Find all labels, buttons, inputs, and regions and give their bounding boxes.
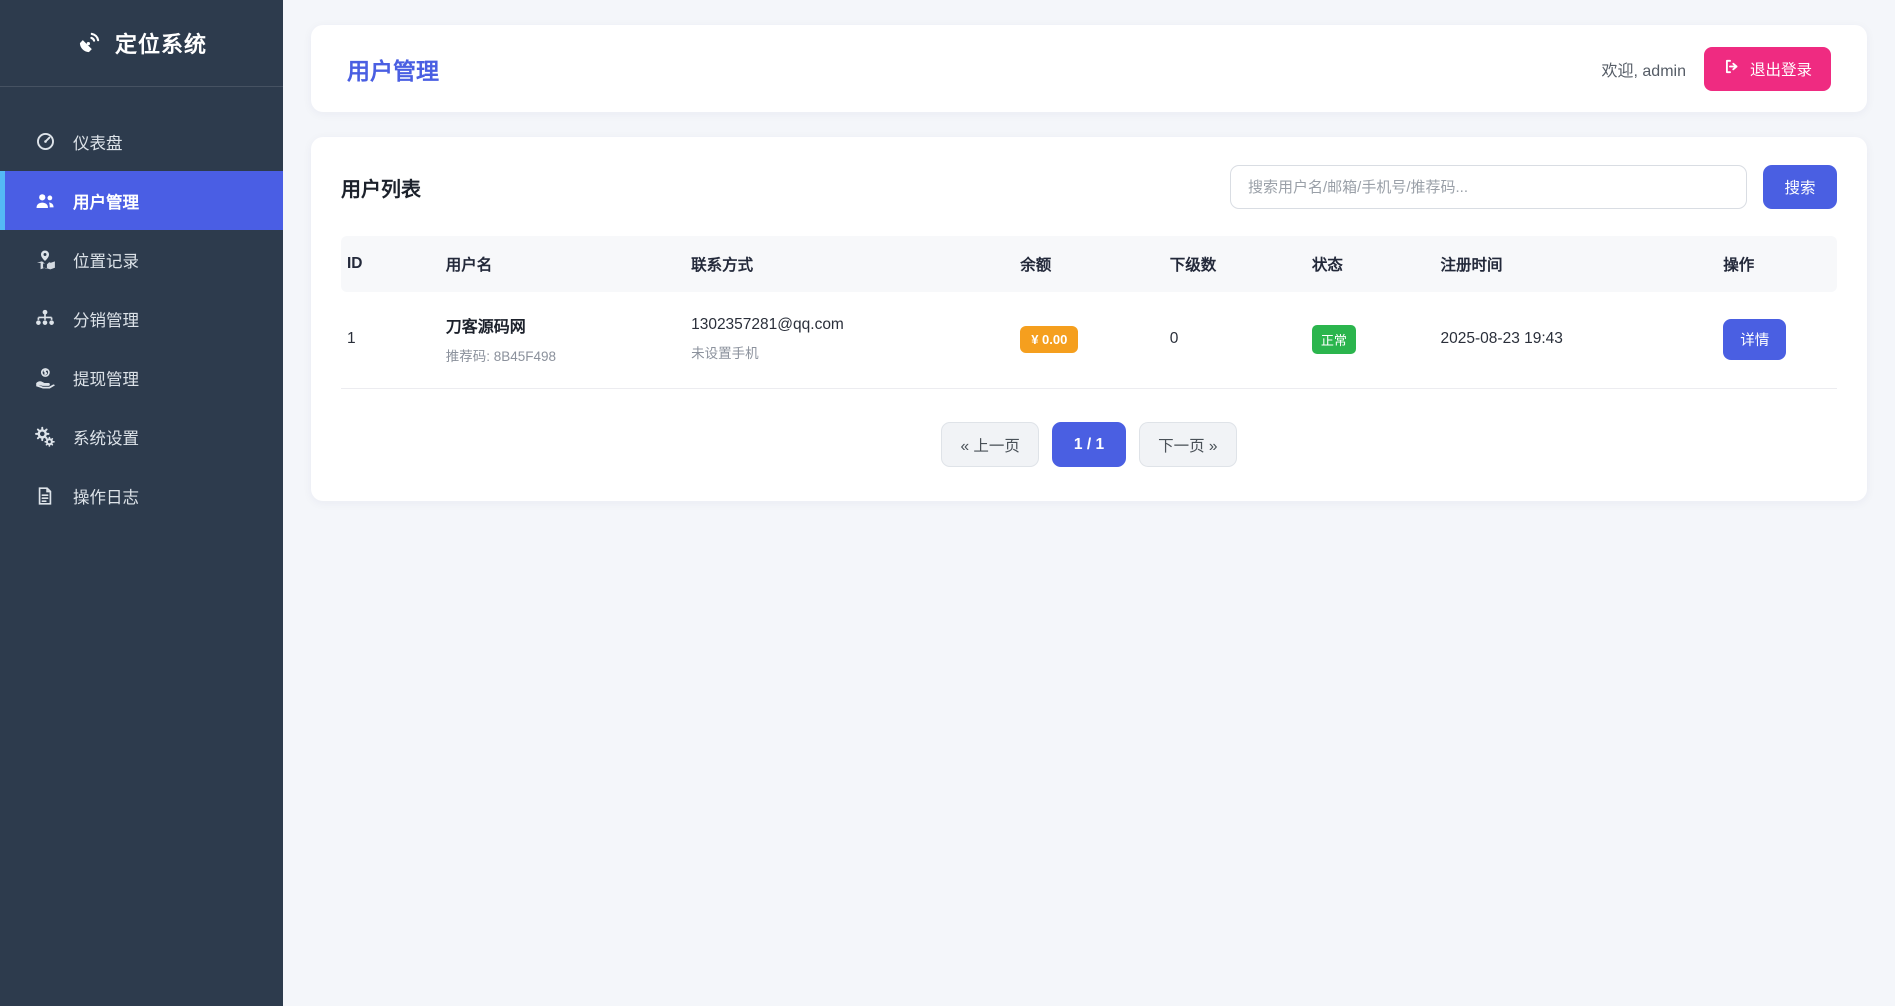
cell-registered: 2025-08-23 19:43 (1435, 330, 1718, 348)
sidebar-item-logs[interactable]: 操作日志 (0, 466, 283, 525)
username-text: 刀客源码网 (446, 313, 685, 337)
welcome-text: 欢迎, admin (1602, 57, 1686, 81)
phone-text: 未设置手机 (691, 342, 1014, 362)
col-header-contact: 联系方式 (685, 253, 1014, 275)
gauge-icon (33, 131, 57, 152)
col-header-actions: 操作 (1717, 253, 1837, 275)
sidebar-item-label: 操作日志 (73, 484, 139, 508)
sidebar-item-dashboard[interactable]: 仪表盘 (0, 112, 283, 171)
detail-button[interactable]: 详情 (1723, 319, 1786, 360)
sidebar-item-locations[interactable]: 位置记录 (0, 230, 283, 289)
email-text: 1302357281@qq.com (691, 316, 1014, 334)
sidebar-item-label: 用户管理 (73, 189, 139, 213)
col-header-id: ID (341, 255, 440, 273)
sidebar: 定位系统 仪表盘 (0, 0, 283, 1006)
cell-contact: 1302357281@qq.com 未设置手机 (685, 316, 1014, 362)
sidebar-item-label: 系统设置 (73, 425, 139, 449)
current-page-indicator[interactable]: 1 / 1 (1052, 422, 1126, 467)
cell-status: 正常 (1306, 325, 1435, 354)
app-title: 定位系统 (115, 27, 207, 59)
next-page-button[interactable]: 下一页 » (1139, 422, 1236, 467)
sidebar-item-distribution[interactable]: 分销管理 (0, 289, 283, 348)
referral-code-text: 推荐码: 8B45F498 (446, 345, 685, 365)
users-icon (33, 190, 57, 212)
page-header: 用户管理 欢迎, admin 退出登录 (311, 25, 1867, 112)
sidebar-item-settings[interactable]: 系统设置 (0, 407, 283, 466)
log-file-icon (33, 486, 57, 506)
col-header-status: 状态 (1306, 253, 1435, 275)
app-logo: 定位系统 (0, 0, 283, 87)
sidebar-item-withdrawals[interactable]: 提现管理 (0, 348, 283, 407)
list-title: 用户列表 (341, 173, 421, 202)
col-header-username: 用户名 (440, 253, 685, 275)
balance-badge: ¥ 0.00 (1020, 326, 1078, 353)
sidebar-item-label: 位置记录 (73, 248, 139, 272)
table-row: 1 刀客源码网 推荐码: 8B45F498 1302357281@qq.com … (341, 292, 1837, 389)
logout-button[interactable]: 退出登录 (1704, 47, 1831, 91)
cell-actions: 详情 (1717, 319, 1837, 360)
sign-out-icon (1723, 58, 1740, 80)
satellite-dish-icon (76, 30, 102, 56)
user-list-card: 用户列表 搜索 ID 用户名 联系方式 余额 下级数 状态 注册时间 操作 (311, 137, 1867, 501)
table-header-row: ID 用户名 联系方式 余额 下级数 状态 注册时间 操作 (341, 236, 1837, 292)
users-table: ID 用户名 联系方式 余额 下级数 状态 注册时间 操作 1 刀客源码网 推荐… (341, 236, 1837, 389)
sidebar-item-label: 仪表盘 (73, 130, 123, 154)
sidebar-item-label: 提现管理 (73, 366, 139, 390)
col-header-registered: 注册时间 (1435, 253, 1718, 275)
search-input[interactable] (1230, 165, 1747, 209)
cell-username: 刀客源码网 推荐码: 8B45F498 (440, 313, 685, 365)
sitemap-icon (33, 308, 57, 330)
sidebar-item-label: 分销管理 (73, 307, 139, 331)
main-content: 用户管理 欢迎, admin 退出登录 用户列表 (283, 0, 1895, 1006)
search-group: 搜索 (1230, 165, 1837, 209)
sidebar-item-users[interactable]: 用户管理 (0, 171, 283, 230)
logout-button-label: 退出登录 (1750, 58, 1812, 80)
status-badge: 正常 (1312, 325, 1356, 354)
sidebar-menu: 仪表盘 用户管理 (0, 87, 283, 525)
cell-id: 1 (341, 330, 440, 348)
gears-icon (33, 426, 57, 448)
pagination: « 上一页 1 / 1 下一页 » (341, 422, 1837, 467)
hand-dollar-icon (33, 367, 57, 389)
page-title: 用户管理 (347, 52, 439, 86)
cell-subordinates: 0 (1164, 330, 1306, 348)
col-header-balance: 余额 (1014, 253, 1164, 275)
app-root: 定位系统 仪表盘 (0, 0, 1895, 1006)
col-header-subordinates: 下级数 (1164, 253, 1306, 275)
map-marker-icon (33, 249, 57, 271)
search-button[interactable]: 搜索 (1763, 165, 1837, 209)
list-toolbar: 用户列表 搜索 (341, 165, 1837, 209)
prev-page-button[interactable]: « 上一页 (941, 422, 1038, 467)
header-right: 欢迎, admin 退出登录 (1602, 47, 1832, 91)
cell-balance: ¥ 0.00 (1014, 326, 1164, 353)
